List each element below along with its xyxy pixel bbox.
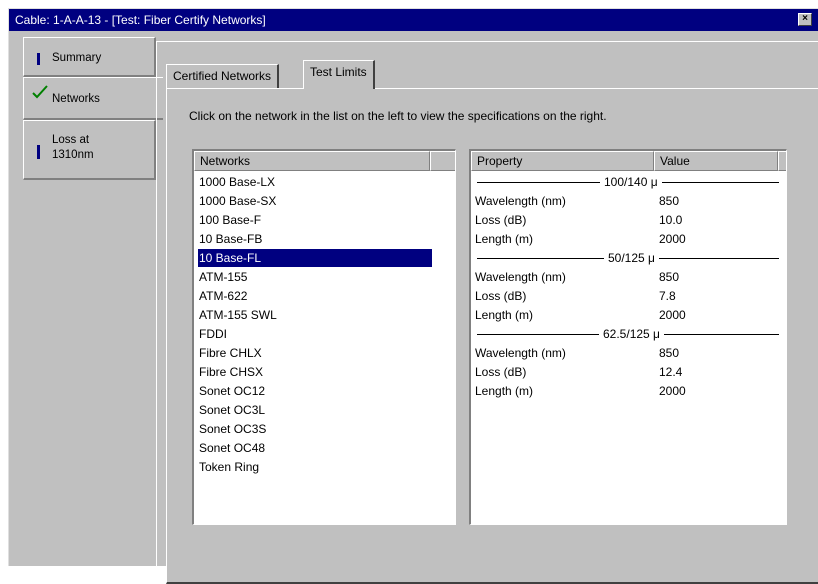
network-list-item[interactable]: 10 Base-FB xyxy=(198,230,262,248)
fiber-group-label: 50/125 μ xyxy=(608,251,655,265)
nav-label-loss-line2: 1310nm xyxy=(52,149,94,161)
nav-item-loss-1310[interactable]: Loss at 1310nm xyxy=(23,120,156,180)
property-value[interactable]: 2000 xyxy=(659,230,686,248)
network-list-item[interactable]: Fibre CHLX xyxy=(198,344,262,362)
tab-label: Certified Networks xyxy=(173,69,272,83)
property-name[interactable]: Loss (dB) xyxy=(475,211,526,229)
tab-label: Test Limits xyxy=(310,65,367,79)
close-icon: × xyxy=(802,13,808,24)
property-value[interactable]: 850 xyxy=(659,344,679,362)
nav-label-loss-line1: Loss at xyxy=(52,134,90,146)
property-header-filler xyxy=(778,151,786,171)
title-bar[interactable]: Cable: 1-A-A-13 - [Test: Fiber Certify N… xyxy=(9,9,818,31)
nav-marker-icon xyxy=(37,53,40,65)
network-list-item[interactable]: ATM-155 SWL xyxy=(198,306,277,324)
value-column-header[interactable]: Value xyxy=(654,151,778,171)
value-header-label: Value xyxy=(660,154,690,168)
property-name[interactable]: Wavelength (nm) xyxy=(475,268,566,286)
network-list-item[interactable]: 100 Base-F xyxy=(198,211,261,229)
property-name[interactable]: Wavelength (nm) xyxy=(475,192,566,210)
property-name[interactable]: Loss (dB) xyxy=(475,287,526,305)
nav-marker-icon xyxy=(37,145,40,159)
property-name[interactable]: Loss (dB) xyxy=(475,363,526,381)
network-list-item[interactable]: Token Ring xyxy=(198,458,259,476)
networks-list[interactable]: Networks 1000 Base-LX 1000 Base-SX 100 Bas… xyxy=(192,149,456,525)
network-list-item[interactable]: Sonet OC3L xyxy=(198,401,265,419)
group-divider xyxy=(662,182,779,183)
close-button[interactable]: × xyxy=(798,13,812,26)
network-list-item[interactable]: ATM-622 xyxy=(198,287,247,305)
network-list-item[interactable]: Sonet OC48 xyxy=(198,439,265,457)
networks-header-label: Networks xyxy=(200,154,251,168)
property-header: Property Value xyxy=(471,151,786,171)
network-list-item[interactable]: 10 Base-FL xyxy=(198,249,432,267)
property-value[interactable]: 850 xyxy=(659,192,679,210)
main-panel: Certified Networks Test Limits Click on … xyxy=(156,41,818,584)
property-value[interactable]: 2000 xyxy=(659,382,686,400)
network-list-item[interactable]: Sonet OC12 xyxy=(198,382,265,400)
group-divider xyxy=(664,334,779,335)
network-list-item[interactable]: 1000 Base-LX xyxy=(198,173,275,191)
fiber-group-label: 62.5/125 μ xyxy=(603,327,660,341)
property-value[interactable]: 12.4 xyxy=(659,363,682,381)
property-value[interactable]: 10.0 xyxy=(659,211,682,229)
property-header-label: Property xyxy=(477,154,523,168)
network-list-item[interactable]: Sonet OC3S xyxy=(198,420,266,438)
property-name[interactable]: Length (m) xyxy=(475,382,533,400)
checkmark-icon xyxy=(32,85,48,99)
networks-header: Networks xyxy=(194,151,455,171)
group-divider xyxy=(477,182,600,183)
group-divider xyxy=(659,258,779,259)
network-list-item[interactable]: 1000 Base-SX xyxy=(198,192,276,210)
property-value[interactable]: 7.8 xyxy=(659,287,676,305)
nav-label-summary: Summary xyxy=(52,52,102,64)
property-name[interactable]: Wavelength (nm) xyxy=(475,344,566,362)
property-value[interactable]: 850 xyxy=(659,268,679,286)
cable-window: Cable: 1-A-A-13 - [Test: Fiber Certify N… xyxy=(8,8,818,584)
tab-test-limits[interactable]: Test Limits xyxy=(303,60,375,89)
network-list-item[interactable]: Fibre CHSX xyxy=(198,363,263,381)
property-column-header[interactable]: Property xyxy=(471,151,654,171)
property-name[interactable]: Length (m) xyxy=(475,230,533,248)
nav-item-networks[interactable]: Networks xyxy=(23,77,163,120)
network-list-item[interactable]: ATM-155 xyxy=(198,268,247,286)
property-value[interactable]: 2000 xyxy=(659,306,686,324)
tab-certified-networks[interactable]: Certified Networks xyxy=(166,64,280,88)
network-list-item[interactable]: FDDI xyxy=(198,325,227,343)
nav-item-summary[interactable]: Summary xyxy=(23,37,156,77)
property-name[interactable]: Length (m) xyxy=(475,306,533,324)
window-title: Cable: 1-A-A-13 - [Test: Fiber Certify N… xyxy=(15,13,266,27)
group-divider xyxy=(477,334,599,335)
networks-column-header[interactable]: Networks xyxy=(194,151,430,171)
property-list[interactable]: Property Value 100/140 μ Wavelength (nm) 8… xyxy=(469,149,787,525)
group-divider xyxy=(477,258,604,259)
instruction-text: Click on the network in the list on the … xyxy=(189,109,607,123)
tab-panel: Click on the network in the list on the … xyxy=(166,88,818,584)
networks-header-filler xyxy=(430,151,455,171)
fiber-group-label: 100/140 μ xyxy=(604,175,658,189)
nav-label-networks: Networks xyxy=(52,93,100,105)
